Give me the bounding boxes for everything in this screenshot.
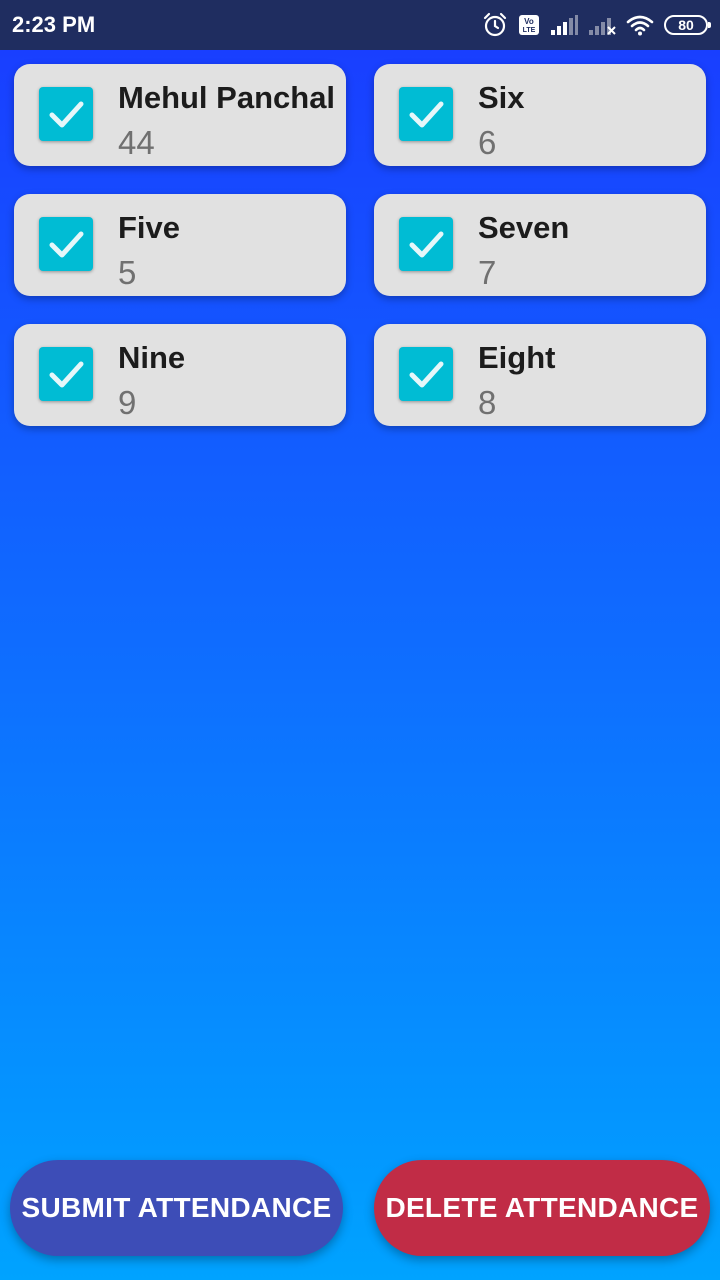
submit-attendance-button[interactable]: SUBMIT ATTENDANCE — [10, 1160, 343, 1256]
student-name: Seven — [478, 210, 570, 245]
student-card[interactable]: Five 5 — [14, 194, 346, 296]
student-roll: 8 — [478, 384, 497, 421]
status-icons: Vo LTE 80 — [482, 10, 711, 40]
student-name: Eight — [478, 340, 556, 375]
attendance-checkbox[interactable] — [39, 87, 93, 141]
student-name: Five — [118, 210, 181, 245]
student-roll: 5 — [118, 254, 137, 291]
student-roll: 6 — [478, 124, 497, 161]
attendance-checkbox[interactable] — [39, 347, 93, 401]
check-icon — [399, 347, 453, 401]
svg-text:LTE: LTE — [523, 27, 536, 34]
check-icon — [39, 217, 93, 271]
student-name: Six — [478, 80, 525, 115]
battery-icon: 80 — [664, 15, 711, 35]
battery-level: 80 — [678, 17, 694, 33]
student-card[interactable]: Six 6 — [374, 64, 706, 166]
student-name: Mehul Panchal — [118, 80, 336, 115]
volte-icon: Vo LTE — [518, 14, 540, 36]
check-icon — [39, 347, 93, 401]
student-name: Nine — [118, 340, 186, 375]
student-card[interactable]: Eight 8 — [374, 324, 706, 426]
status-bar: 2:23 PM Vo LTE 80 — [0, 0, 720, 50]
attendance-checkbox[interactable] — [399, 217, 453, 271]
status-time: 2:23 PM — [12, 12, 96, 37]
attendance-checkbox[interactable] — [399, 87, 453, 141]
student-card[interactable]: Mehul Panchal 44 — [14, 64, 346, 166]
check-icon — [399, 217, 453, 271]
signal-icon — [550, 14, 578, 36]
alarm-icon — [482, 12, 508, 38]
svg-text:Vo: Vo — [524, 17, 534, 26]
student-card[interactable]: Seven 7 — [374, 194, 706, 296]
student-card[interactable]: Nine 9 — [14, 324, 346, 426]
delete-attendance-button[interactable]: DELETE ATTENDANCE — [374, 1160, 710, 1256]
wifi-icon — [626, 14, 654, 36]
student-roll: 9 — [118, 384, 137, 421]
signal-off-icon — [588, 14, 616, 36]
check-icon — [39, 87, 93, 141]
attendance-checkbox[interactable] — [39, 217, 93, 271]
check-icon — [399, 87, 453, 141]
student-roll: 7 — [478, 254, 497, 291]
attendance-checkbox[interactable] — [399, 347, 453, 401]
student-roll: 44 — [118, 124, 155, 161]
